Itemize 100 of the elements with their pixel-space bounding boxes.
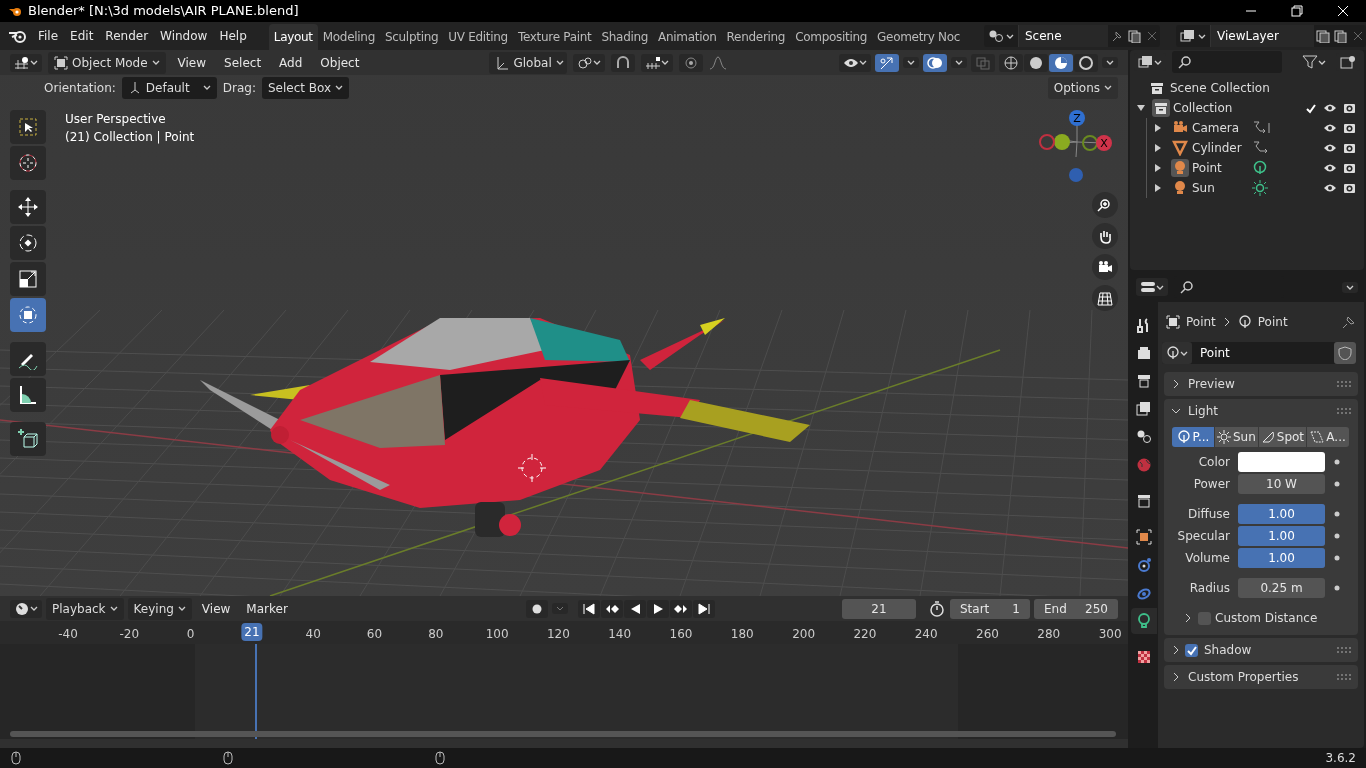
workspace-tab[interactable]: Shading (596, 24, 654, 50)
breadcrumb-item[interactable]: Point (1186, 313, 1216, 331)
tool-button[interactable] (10, 422, 46, 456)
panel-header[interactable]: Light (1164, 399, 1358, 423)
menu-item[interactable]: Object (314, 53, 366, 72)
fake-user-button[interactable] (1334, 342, 1356, 364)
search-field[interactable] (1172, 51, 1282, 73)
playhead-frame-label[interactable]: 21 (241, 623, 263, 641)
outliner-item[interactable]: Scene Collection (1170, 79, 1270, 97)
playback-button[interactable] (646, 599, 669, 618)
eye-icon[interactable] (1323, 162, 1337, 174)
keyframe-dot-icon[interactable] (1334, 585, 1340, 591)
checkbox[interactable] (1185, 643, 1198, 657)
tool-button[interactable] (10, 262, 46, 296)
proportional-edit-toggle[interactable] (679, 53, 704, 72)
playback-button[interactable] (692, 599, 715, 618)
snap-dropdown[interactable] (641, 53, 674, 72)
render-camera-icon[interactable] (1343, 101, 1356, 115)
shading-button[interactable] (1049, 53, 1073, 72)
slider-field[interactable]: 1.00 (1238, 548, 1325, 568)
keying-dropdown[interactable] (551, 603, 568, 614)
workspace-tab[interactable]: Layout (268, 24, 318, 50)
pin-icon[interactable] (1340, 315, 1356, 329)
checkbox[interactable] (1198, 611, 1211, 625)
keyframe-dot-icon[interactable] (1334, 481, 1340, 487)
panel-header[interactable]: Shadow (1164, 638, 1358, 662)
panel-header[interactable]: Custom Properties (1164, 665, 1358, 689)
shading-button[interactable] (999, 53, 1023, 72)
menu-item[interactable]: View (195, 599, 237, 618)
workspace-tab[interactable]: Texture Paint (512, 24, 597, 50)
workspace-tab[interactable]: Modeling (317, 24, 380, 50)
subpanel-label[interactable]: Custom Distance (1215, 609, 1318, 627)
pivot-dropdown[interactable] (573, 53, 606, 72)
menu-item[interactable]: File (32, 27, 65, 45)
light-type-button[interactable]: A... (1307, 427, 1349, 447)
scene-icon[interactable] (988, 29, 1004, 43)
triangle-object-icon[interactable] (1171, 139, 1189, 157)
light-bulb-object-icon[interactable] (1171, 159, 1189, 177)
tool-button[interactable] (10, 190, 46, 224)
menu-item[interactable]: Add (273, 53, 309, 72)
xray-toggle[interactable] (971, 53, 995, 72)
render-camera-icon[interactable] (1343, 161, 1356, 175)
gizmo-dropdown[interactable] (903, 57, 919, 68)
snap-toggle[interactable] (611, 53, 636, 72)
outliner-item[interactable]: Point (1192, 159, 1252, 177)
tool-button[interactable] (10, 110, 46, 144)
blender-logo-icon[interactable] (8, 28, 28, 44)
record-button[interactable] (525, 599, 548, 618)
render-camera-icon[interactable] (1343, 141, 1356, 155)
playback-button[interactable] (623, 599, 646, 618)
airplane-drawing[interactable] (200, 318, 810, 537)
keyframe-dot-icon[interactable] (1334, 533, 1340, 539)
drag-handle-icon[interactable] (1336, 379, 1352, 389)
light-type-button[interactable]: Spot (1258, 427, 1307, 447)
workspace-tab[interactable]: Animation (653, 24, 722, 50)
number-field[interactable]: 0.25 m (1238, 578, 1325, 598)
drag-handle-icon[interactable] (1336, 672, 1352, 682)
outliner-item[interactable]: Camera (1192, 119, 1252, 137)
eye-icon[interactable] (1323, 102, 1337, 114)
breadcrumb-item[interactable]: Point (1257, 313, 1288, 331)
new-copy-icon[interactable] (1332, 29, 1350, 43)
light-type-button[interactable]: Sun (1214, 427, 1258, 447)
outliner-item[interactable]: Collection (1173, 99, 1233, 117)
shading-button[interactable] (1074, 53, 1098, 72)
editor-type-dropdown[interactable] (1136, 278, 1168, 296)
arrow-bar-icon[interactable] (1252, 120, 1270, 136)
sun-icon[interactable] (1252, 180, 1270, 196)
workspace-tab[interactable]: Rendering (721, 24, 791, 50)
number-field[interactable]: 10 W (1238, 474, 1325, 494)
drag-handle-icon[interactable] (1336, 645, 1352, 655)
overlays-dropdown[interactable] (951, 57, 967, 68)
menu-dropdown[interactable]: Playback (46, 597, 124, 620)
playback-button[interactable] (577, 599, 600, 618)
mode-dropdown[interactable]: Object Mode (48, 51, 166, 74)
menu-item[interactable]: Edit (64, 27, 100, 45)
menu-item[interactable]: Help (213, 27, 253, 45)
render-camera-icon[interactable] (1343, 181, 1356, 195)
menu-item[interactable]: Window (154, 27, 214, 45)
slider-field[interactable]: 1.00 (1238, 526, 1325, 546)
new-copy-icon[interactable] (1126, 29, 1144, 43)
eye-icon[interactable] (1323, 142, 1337, 154)
tool-button[interactable] (10, 226, 46, 260)
menu-item[interactable]: Marker (240, 599, 294, 618)
outliner-item[interactable]: Cylinder (1192, 139, 1252, 157)
workspace-tab[interactable]: Geometry Noc (872, 24, 966, 50)
menu-item[interactable]: Render (99, 27, 155, 45)
overlays-toggle[interactable] (923, 53, 947, 72)
view-layer-selector[interactable]: ViewLayer (1176, 25, 1366, 47)
light-data-dropdown[interactable] (1162, 342, 1192, 364)
visibility-dropdown[interactable] (839, 53, 871, 72)
outliner-item[interactable]: Sun (1192, 179, 1252, 197)
tool-button[interactable] (10, 378, 46, 412)
current-frame-field[interactable]: 21 (842, 598, 916, 619)
eye-icon[interactable] (1323, 182, 1337, 194)
scene-selector[interactable]: Scene (984, 25, 1160, 47)
render-camera-icon[interactable] (1343, 121, 1356, 135)
editor-type-dropdown[interactable] (10, 53, 42, 72)
menu-item[interactable]: View (171, 53, 213, 72)
frame-range-field[interactable]: Start 1 (950, 598, 1030, 619)
keyframe-dot-icon[interactable] (1334, 459, 1340, 465)
